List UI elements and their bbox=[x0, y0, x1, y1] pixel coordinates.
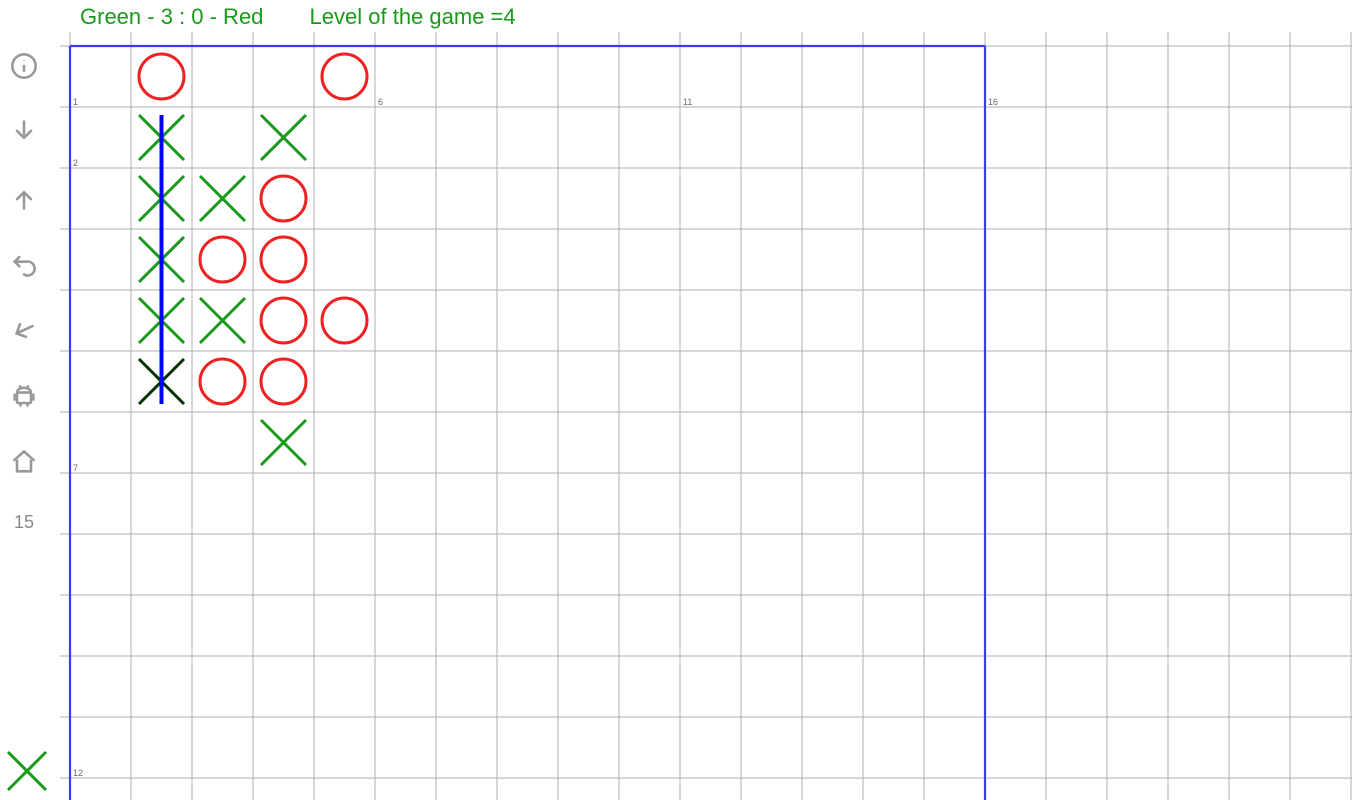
col-marker: 6 bbox=[378, 97, 383, 107]
o-piece bbox=[261, 298, 306, 343]
col-marker: 1 bbox=[73, 97, 78, 107]
x-turn-icon bbox=[4, 748, 50, 794]
level-text: Level of the game =4 bbox=[310, 4, 516, 30]
o-piece bbox=[261, 176, 306, 221]
arrow-back-icon bbox=[10, 316, 38, 344]
home-icon bbox=[10, 448, 38, 476]
o-piece bbox=[322, 54, 367, 99]
row-marker: 2 bbox=[73, 158, 78, 168]
turn-indicator bbox=[4, 748, 50, 794]
x-piece bbox=[261, 420, 306, 465]
x-piece bbox=[200, 298, 245, 343]
android-button[interactable] bbox=[8, 380, 40, 412]
o-piece bbox=[261, 359, 306, 404]
score-text: Green - 3 : 0 - Red bbox=[80, 4, 263, 30]
undo-icon bbox=[10, 250, 38, 278]
android-icon bbox=[10, 382, 38, 410]
status-bar: Green - 3 : 0 - Red Level of the game =4 bbox=[80, 0, 1352, 32]
row-marker: 12 bbox=[73, 768, 83, 778]
back-button[interactable] bbox=[8, 314, 40, 346]
x-piece bbox=[200, 176, 245, 221]
board-size-label[interactable]: 15 bbox=[8, 512, 40, 533]
col-marker: 11 bbox=[683, 97, 692, 107]
info-button[interactable] bbox=[8, 50, 40, 82]
o-piece bbox=[200, 359, 245, 404]
o-piece bbox=[322, 298, 367, 343]
o-piece bbox=[139, 54, 184, 99]
arrow-down-icon bbox=[10, 118, 38, 146]
col-marker: 16 bbox=[988, 97, 998, 107]
info-icon bbox=[10, 52, 38, 80]
x-piece bbox=[261, 115, 306, 160]
up-button[interactable] bbox=[8, 182, 40, 214]
o-piece bbox=[261, 237, 306, 282]
home-button[interactable] bbox=[8, 446, 40, 478]
arrow-up-icon bbox=[10, 184, 38, 212]
row-marker: 7 bbox=[73, 463, 78, 473]
o-piece bbox=[200, 237, 245, 282]
down-button[interactable] bbox=[8, 116, 40, 148]
sidebar: 15 bbox=[0, 50, 48, 533]
undo-button[interactable] bbox=[8, 248, 40, 280]
game-board[interactable]: 1611162712 bbox=[60, 32, 1352, 800]
